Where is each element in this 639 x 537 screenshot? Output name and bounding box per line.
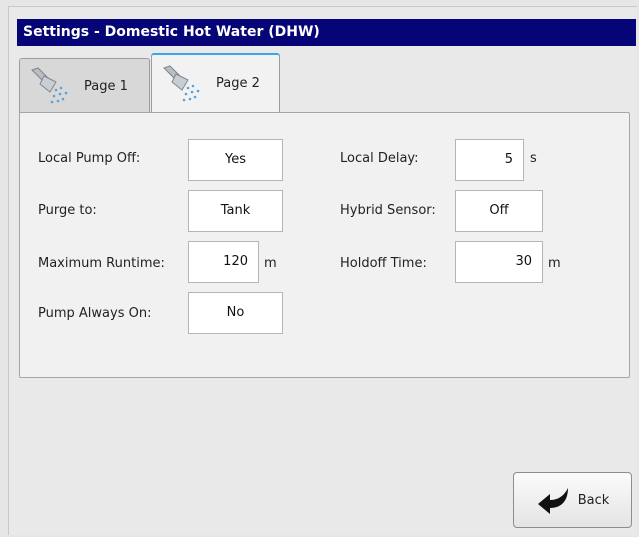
holdoff-time-field[interactable]: 30: [455, 241, 543, 283]
holdoff-time-label: Holdoff Time:: [340, 256, 427, 271]
local-delay-label: Local Delay:: [340, 151, 419, 166]
holdoff-time-unit: m: [548, 256, 561, 271]
local-delay-field[interactable]: 5: [455, 139, 524, 181]
local-pump-off-label: Local Pump Off:: [38, 151, 141, 166]
pump-always-on-label: Pump Always On:: [38, 306, 152, 321]
tab-page-1[interactable]: Page 1: [19, 58, 150, 113]
maximum-runtime-unit: m: [264, 256, 277, 271]
back-button-label: Back: [577, 492, 610, 508]
maximum-runtime-field[interactable]: 120: [188, 241, 259, 283]
tab-page-2[interactable]: Page 2: [151, 53, 280, 112]
local-pump-off-field[interactable]: Yes: [188, 139, 283, 181]
tab-page-2-label: Page 2: [216, 76, 260, 91]
purge-to-label: Purge to:: [38, 203, 97, 218]
local-delay-unit: s: [530, 151, 537, 166]
shower-head-icon: [31, 67, 68, 104]
purge-to-field[interactable]: Tank: [188, 190, 283, 232]
maximum-runtime-label: Maximum Runtime:: [38, 256, 165, 271]
shower-head-icon: [163, 64, 200, 101]
back-button[interactable]: Back: [513, 472, 632, 528]
tab-page-1-label: Page 1: [84, 78, 128, 94]
back-arrow-icon: [537, 488, 568, 514]
pump-always-on-field[interactable]: No: [188, 292, 283, 334]
window-title: Settings - Domestic Hot Water (DHW): [17, 19, 636, 46]
hybrid-sensor-field[interactable]: Off: [455, 190, 543, 232]
hybrid-sensor-label: Hybrid Sensor:: [340, 203, 436, 218]
